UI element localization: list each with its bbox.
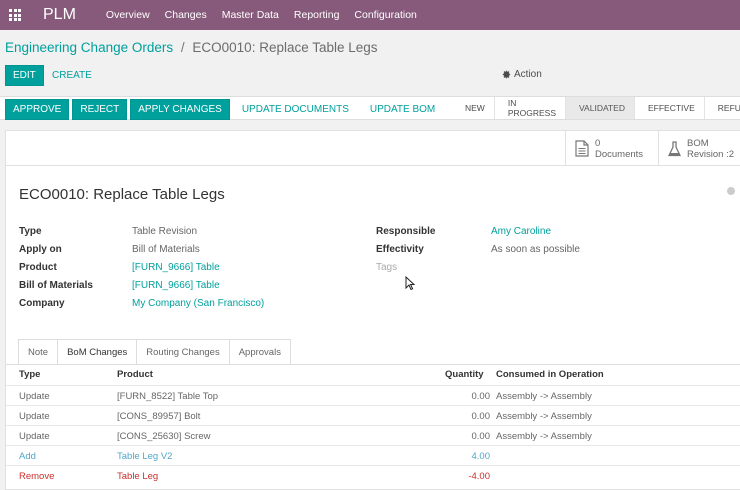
- action-menu[interactable]: Action: [502, 69, 542, 80]
- create-button[interactable]: CREATE: [45, 65, 99, 86]
- tab-bom-changes[interactable]: BoM Changes: [57, 339, 138, 364]
- row-quantity: 0.00: [471, 391, 491, 402]
- effectivity-value[interactable]: As soon as possible: [491, 244, 580, 255]
- update-bom-button[interactable]: UPDATE BOM: [361, 99, 444, 120]
- row-product: [CONS_89957] Bolt: [117, 411, 201, 422]
- apps-menu-icon[interactable]: [0, 0, 30, 30]
- type-label: Type: [19, 226, 42, 237]
- breadcrumb-parent-link[interactable]: Engineering Change Orders: [5, 40, 173, 55]
- bom-revision-label: Revision :2: [687, 148, 734, 160]
- tabs-divider: [6, 364, 740, 365]
- responsible-label: Responsible: [376, 226, 436, 237]
- row-type: Update: [19, 431, 50, 442]
- bom-label: BOM: [687, 137, 709, 149]
- flask-icon: [668, 140, 681, 156]
- apply-changes-button[interactable]: APPLY CHANGES: [130, 99, 230, 120]
- company-link[interactable]: My Company (San Francisco): [132, 298, 264, 309]
- row-quantity: -4.00: [468, 471, 490, 482]
- bom-field-label: Bill of Materials: [19, 280, 93, 291]
- breadcrumb: Engineering Change Orders / ECO0010: Rep…: [5, 40, 378, 55]
- bom-revision-smart-button[interactable]: BOM Revision :2: [658, 131, 740, 166]
- documents-label: Documents: [595, 148, 644, 160]
- breadcrumb-separator: /: [180, 40, 185, 55]
- stage-new[interactable]: NEW: [452, 97, 495, 119]
- table-row[interactable]: Update [CONS_25630] Screw 0.00 Assembly …: [6, 425, 740, 445]
- product-label: Product: [19, 262, 57, 273]
- row-product: Table Leg V2: [117, 451, 173, 462]
- menu-master-data[interactable]: Master Data: [222, 9, 279, 21]
- menu-configuration[interactable]: Configuration: [354, 9, 416, 21]
- gear-icon: [502, 70, 511, 79]
- top-navbar: PLM Overview Changes Master Data Reporti…: [0, 0, 740, 30]
- apply-on-label: Apply on: [19, 244, 62, 255]
- type-value[interactable]: Table Revision: [132, 226, 197, 237]
- update-documents-button[interactable]: UPDATE DOCUMENTS: [233, 99, 358, 120]
- tab-approvals[interactable]: Approvals: [228, 339, 291, 364]
- documents-count: 0: [595, 137, 601, 149]
- row-operation: Assembly -> Assembly: [496, 391, 592, 402]
- document-icon: [575, 140, 589, 157]
- stage-refused[interactable]: REFUSED: [704, 97, 740, 119]
- menu-changes[interactable]: Changes: [165, 9, 207, 21]
- table-row[interactable]: Remove Table Leg -4.00: [6, 465, 740, 485]
- col-product-header[interactable]: Product: [117, 369, 153, 380]
- row-product: Table Leg: [117, 471, 159, 482]
- col-operation-header[interactable]: Consumed in Operation: [496, 369, 604, 380]
- product-link[interactable]: [FURN_9666] Table: [132, 262, 220, 273]
- record-title: ECO0010: Replace Table Legs: [19, 186, 225, 203]
- main-menu: Overview Changes Master Data Reporting C…: [106, 9, 432, 21]
- company-label: Company: [19, 298, 65, 309]
- row-type: Remove: [19, 471, 55, 482]
- stage-pipeline: NEW IN PROGRESS VALIDATED EFFECTIVE REFU…: [452, 97, 740, 119]
- col-quantity-header[interactable]: Quantity: [445, 369, 484, 380]
- notebook-tabs: Note BoM Changes Routing Changes Approva…: [18, 339, 291, 364]
- breadcrumb-current: ECO0010: Replace Table Legs: [192, 40, 378, 55]
- row-quantity: 0.00: [471, 431, 491, 442]
- responsible-link[interactable]: Amy Caroline: [491, 226, 551, 237]
- row-quantity: 4.00: [471, 451, 491, 462]
- smart-button-bar: 0 Documents BOM Revision :2: [6, 131, 740, 166]
- row-product: [FURN_8522] Table Top: [117, 391, 219, 402]
- row-operation: Assembly -> Assembly: [496, 411, 592, 422]
- table-row[interactable]: Add Table Leg V2 4.00: [6, 445, 740, 465]
- row-product: [CONS_25630] Screw: [117, 431, 211, 442]
- row-type: Update: [19, 411, 50, 422]
- col-type-header[interactable]: Type: [19, 369, 40, 380]
- tab-routing-changes[interactable]: Routing Changes: [136, 339, 230, 364]
- apply-on-value[interactable]: Bill of Materials: [132, 244, 200, 255]
- row-type: Add: [19, 451, 36, 462]
- stage-validated[interactable]: VALIDATED: [566, 97, 635, 119]
- stage-effective[interactable]: EFFECTIVE: [635, 97, 705, 119]
- reject-button[interactable]: REJECT: [72, 99, 128, 120]
- form-sheet: 0 Documents BOM Revision :2 ECO0010: Rep…: [5, 130, 740, 490]
- row-operation: Assembly -> Assembly: [496, 431, 592, 442]
- menu-reporting[interactable]: Reporting: [294, 9, 340, 21]
- stage-in-progress[interactable]: IN PROGRESS: [494, 97, 567, 119]
- table-row[interactable]: Update [CONS_89957] Bolt 0.00 Assembly -…: [6, 405, 740, 425]
- action-label: Action: [514, 69, 542, 80]
- effectivity-label: Effectivity: [376, 244, 424, 255]
- bom-link[interactable]: [FURN_9666] Table: [132, 280, 220, 291]
- tab-note[interactable]: Note: [18, 339, 59, 364]
- row-type: Update: [19, 391, 50, 402]
- approve-button[interactable]: APPROVE: [5, 99, 70, 120]
- statusbar: APPROVE REJECT APPLY CHANGES UPDATE DOCU…: [0, 96, 740, 120]
- activity-status-dot: [727, 187, 735, 195]
- app-name: PLM: [43, 6, 76, 23]
- mouse-cursor-icon: [405, 276, 415, 290]
- table-row[interactable]: Update [FURN_8522] Table Top 0.00 Assemb…: [6, 385, 740, 405]
- documents-smart-button[interactable]: 0 Documents: [565, 131, 658, 166]
- edit-button[interactable]: EDIT: [5, 65, 44, 86]
- tags-field[interactable]: Tags: [376, 262, 397, 273]
- menu-overview[interactable]: Overview: [106, 9, 150, 21]
- row-quantity: 0.00: [471, 411, 491, 422]
